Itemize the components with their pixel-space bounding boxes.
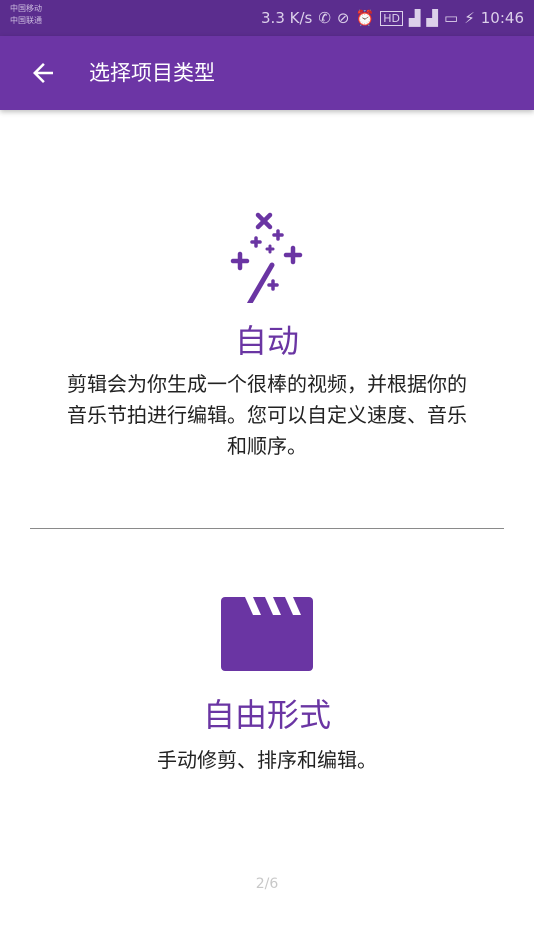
signal-icon: ▟ bbox=[408, 9, 421, 27]
page-indicator: 2/6 bbox=[255, 876, 279, 892]
no-notification-icon: ⊘ bbox=[336, 9, 350, 27]
network-speed: 3.3 K/s bbox=[261, 9, 313, 27]
carrier-1-label: 中国移动 bbox=[10, 4, 42, 13]
clock: 10:46 bbox=[480, 9, 524, 27]
signal-icon: ▟ bbox=[426, 9, 439, 27]
app-bar: 选择项目类型 bbox=[0, 36, 534, 110]
battery-icon: ▭ bbox=[444, 9, 459, 27]
status-bar: 中国移动 中国联通 3.3 K/s ✆ ⊘ ⏰ HD ▟ ▟ ▭ ⚡ 10:46 bbox=[0, 0, 534, 36]
carrier-2-label: 中国联通 bbox=[10, 16, 42, 25]
hd-icon: HD bbox=[380, 10, 403, 26]
charging-icon: ⚡ bbox=[464, 9, 475, 27]
magic-wand-icon bbox=[230, 212, 303, 303]
arrow-back-icon[interactable] bbox=[28, 58, 58, 88]
auto-option[interactable]: 自动 剪辑会为你生成一个很棒的视频，并根据你的音乐节拍进行编辑。您可以自定义速度… bbox=[0, 195, 534, 495]
freeform-option[interactable]: 自由形式 手动修剪、排序和编辑。 bbox=[0, 585, 534, 785]
clapperboard-icon bbox=[221, 597, 313, 671]
divider bbox=[30, 528, 504, 529]
status-indicators: 3.3 K/s ✆ ⊘ ⏰ HD ▟ ▟ ▭ ⚡ 10:46 bbox=[261, 0, 524, 36]
carrier-info: 中国移动 中国联通 bbox=[10, 3, 42, 27]
freeform-option-description: 手动修剪、排序和编辑。 bbox=[157, 748, 377, 772]
freeform-option-title: 自由形式 bbox=[202, 696, 331, 734]
auto-option-title: 自动 bbox=[234, 322, 299, 360]
call-icon: ✆ bbox=[318, 9, 331, 27]
page-title: 选择项目类型 bbox=[89, 61, 215, 85]
auto-option-description: 剪辑会为你生成一个很棒的视频，并根据你的音乐节拍进行编辑。您可以自定义速度、音乐… bbox=[67, 372, 467, 458]
alarm-icon: ⏰ bbox=[355, 9, 375, 27]
